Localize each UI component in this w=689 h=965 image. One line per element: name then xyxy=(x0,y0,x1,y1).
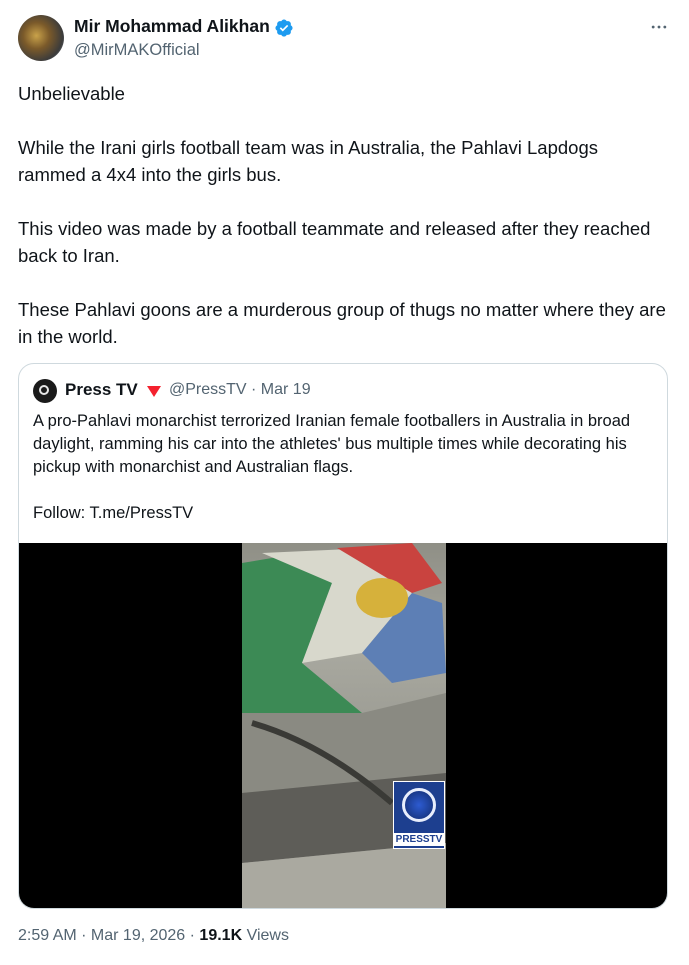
quoted-tweet-card[interactable]: Press TV @PressTV · Mar 19 A pro-Pahlavi… xyxy=(18,363,668,909)
author-avatar[interactable] xyxy=(18,15,64,61)
tweet-paragraph: This video was made by a football teamma… xyxy=(18,218,651,266)
channel-watermark-text: PRESSTV xyxy=(394,833,444,846)
video-still-image xyxy=(242,543,446,908)
tweet-footer: 2:59 AM · Mar 19, 2026 · 19.1K Views xyxy=(18,927,289,945)
quoted-tweet-text: A pro-Pahlavi monarchist terrorized Iran… xyxy=(33,410,653,525)
views-label: Views xyxy=(246,927,289,944)
quoted-paragraph: A pro-Pahlavi monarchist terrorized Iran… xyxy=(33,412,631,476)
quoted-author-name[interactable]: Press TV xyxy=(65,380,138,400)
quoted-paragraph: Follow: T.me/PressTV xyxy=(33,504,194,522)
views-count[interactable]: 19.1K xyxy=(199,927,242,944)
video-frame: PRESSTV xyxy=(242,543,446,908)
quoted-author-avatar[interactable] xyxy=(33,379,57,403)
tweet-paragraph: Unbelievable xyxy=(18,83,125,104)
more-dots-icon xyxy=(651,25,667,29)
tweet-text: Unbelievable While the Irani girls footb… xyxy=(18,80,668,350)
quoted-handle-and-date: @PressTV · Mar 19 xyxy=(169,381,311,398)
red-triangle-icon xyxy=(147,386,161,397)
channel-watermark-logo: PRESSTV xyxy=(393,781,445,849)
globe-icon xyxy=(402,788,436,822)
more-options-icon[interactable] xyxy=(648,16,670,38)
author-handle[interactable]: @MirMAKOfficial xyxy=(74,41,200,60)
video-player[interactable]: PRESSTV xyxy=(19,543,667,908)
tweet-timestamp[interactable]: 2:59 AM · Mar 19, 2026 · xyxy=(18,927,199,944)
author-display-name[interactable]: Mir Mohammad Alikhan xyxy=(74,16,270,37)
tweet: Mir Mohammad Alikhan @MirMAKOfficial Unb… xyxy=(0,0,689,965)
verified-badge-icon xyxy=(275,19,293,37)
tweet-paragraph: While the Irani girls football team was … xyxy=(18,137,598,185)
tweet-paragraph: These Pahlavi goons are a murderous grou… xyxy=(18,299,666,347)
